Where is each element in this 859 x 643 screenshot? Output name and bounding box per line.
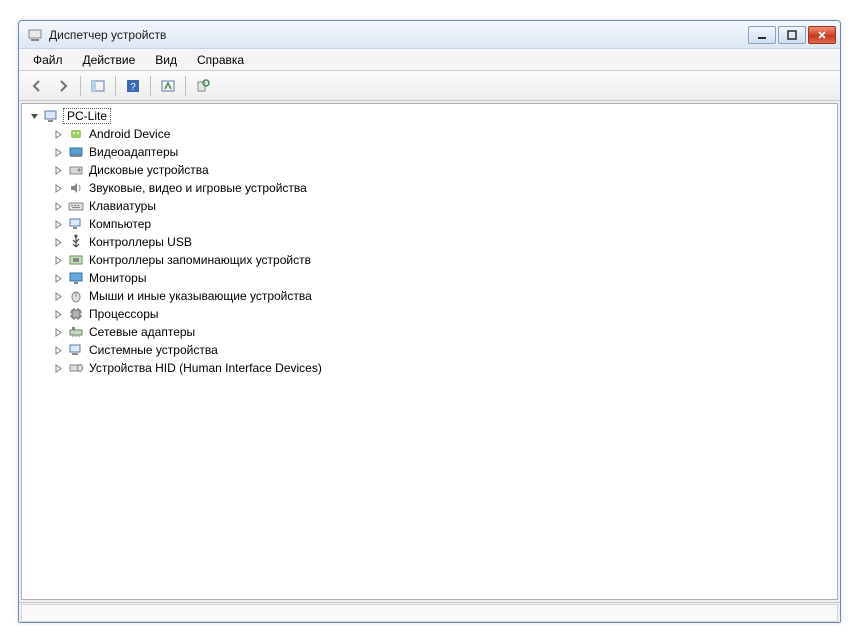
- android-icon: [68, 126, 84, 142]
- tree-category[interactable]: Звуковые, видео и игровые устройства: [24, 179, 835, 197]
- tree-root-node[interactable]: PC-Lite: [24, 107, 835, 125]
- expand-icon[interactable]: [52, 200, 64, 212]
- sound-icon: [68, 180, 84, 196]
- tree-category[interactable]: Контроллеры USB: [24, 233, 835, 251]
- forward-button[interactable]: [51, 74, 75, 98]
- processor-icon: [68, 306, 84, 322]
- expand-icon[interactable]: [52, 272, 64, 284]
- menu-action[interactable]: Действие: [73, 49, 146, 70]
- show-hidden-button[interactable]: [86, 74, 110, 98]
- tree-category[interactable]: Системные устройства: [24, 341, 835, 359]
- network-icon: [68, 324, 84, 340]
- category-label[interactable]: Контроллеры запоминающих устройств: [87, 253, 313, 267]
- root-label[interactable]: PC-Lite: [63, 108, 111, 124]
- help-icon: ?: [125, 78, 141, 94]
- close-button[interactable]: [808, 26, 836, 44]
- titlebar[interactable]: Диспетчер устройств: [19, 21, 840, 49]
- category-label[interactable]: Устройства HID (Human Interface Devices): [87, 361, 324, 375]
- refresh-icon: [195, 78, 211, 94]
- tree-category[interactable]: Мониторы: [24, 269, 835, 287]
- computer-icon: [68, 216, 84, 232]
- expand-icon[interactable]: [52, 128, 64, 140]
- mouse-icon: [68, 288, 84, 304]
- expand-icon[interactable]: [52, 218, 64, 230]
- expand-icon[interactable]: [52, 290, 64, 302]
- keyboard-icon: [68, 198, 84, 214]
- expand-icon[interactable]: [52, 326, 64, 338]
- category-label[interactable]: Процессоры: [87, 307, 161, 321]
- device-manager-window: Диспетчер устройств Файл Действие Вид Сп…: [18, 20, 841, 623]
- toolbar-separator: [115, 76, 116, 96]
- expand-icon[interactable]: [52, 344, 64, 356]
- maximize-button[interactable]: [778, 26, 806, 44]
- menu-file[interactable]: Файл: [23, 49, 73, 70]
- content-area: PC-Lite Android Device Видеоадаптеры Дис…: [19, 101, 840, 602]
- minimize-button[interactable]: [748, 26, 776, 44]
- help-button[interactable]: ?: [121, 74, 145, 98]
- menubar: Файл Действие Вид Справка: [19, 49, 840, 71]
- category-label[interactable]: Дисковые устройства: [87, 163, 211, 177]
- svg-text:?: ?: [130, 82, 136, 93]
- display-adapter-icon: [68, 144, 84, 160]
- toolbar: ?: [19, 71, 840, 101]
- category-label[interactable]: Системные устройства: [87, 343, 220, 357]
- tree-category[interactable]: Компьютер: [24, 215, 835, 233]
- expand-icon[interactable]: [52, 146, 64, 158]
- panel-icon: [90, 78, 106, 94]
- category-label[interactable]: Клавиатуры: [87, 199, 158, 213]
- toolbar-separator: [150, 76, 151, 96]
- computer-root-icon: [44, 108, 60, 124]
- tree-category[interactable]: Видеоадаптеры: [24, 143, 835, 161]
- tree-category[interactable]: Дисковые устройства: [24, 161, 835, 179]
- tree-category[interactable]: Сетевые адаптеры: [24, 323, 835, 341]
- disk-icon: [68, 162, 84, 178]
- tree-category[interactable]: Устройства HID (Human Interface Devices): [24, 359, 835, 377]
- hid-icon: [68, 360, 84, 376]
- usb-icon: [68, 234, 84, 250]
- storage-controller-icon: [68, 252, 84, 268]
- category-label[interactable]: Контроллеры USB: [87, 235, 194, 249]
- category-label[interactable]: Компьютер: [87, 217, 153, 231]
- toolbar-separator: [80, 76, 81, 96]
- tree-category[interactable]: Процессоры: [24, 305, 835, 323]
- tree-category[interactable]: Android Device: [24, 125, 835, 143]
- app-icon: [27, 27, 43, 43]
- statusbar: [19, 602, 840, 622]
- collapse-icon[interactable]: [28, 110, 40, 122]
- arrow-right-icon: [55, 78, 71, 94]
- arrow-left-icon: [29, 78, 45, 94]
- tree-category[interactable]: Контроллеры запоминающих устройств: [24, 251, 835, 269]
- expand-icon[interactable]: [52, 182, 64, 194]
- monitor-icon: [68, 270, 84, 286]
- system-icon: [68, 342, 84, 358]
- menu-view[interactable]: Вид: [145, 49, 187, 70]
- category-label[interactable]: Видеоадаптеры: [87, 145, 180, 159]
- tree-category[interactable]: Мыши и иные указывающие устройства: [24, 287, 835, 305]
- window-title: Диспетчер устройств: [49, 28, 748, 42]
- expand-icon[interactable]: [52, 236, 64, 248]
- window-controls: [748, 26, 836, 44]
- category-label[interactable]: Сетевые адаптеры: [87, 325, 197, 339]
- back-button[interactable]: [25, 74, 49, 98]
- expand-icon[interactable]: [52, 308, 64, 320]
- device-tree[interactable]: PC-Lite Android Device Видеоадаптеры Дис…: [21, 103, 838, 600]
- scan-icon: [160, 78, 176, 94]
- scan-hardware-button[interactable]: [156, 74, 180, 98]
- category-label[interactable]: Мониторы: [87, 271, 148, 285]
- category-label[interactable]: Android Device: [87, 127, 172, 141]
- menu-help[interactable]: Справка: [187, 49, 254, 70]
- category-label[interactable]: Звуковые, видео и игровые устройства: [87, 181, 309, 195]
- statusbar-panel: [21, 604, 838, 622]
- expand-icon[interactable]: [52, 254, 64, 266]
- toolbar-separator: [185, 76, 186, 96]
- expand-icon[interactable]: [52, 362, 64, 374]
- tree-category[interactable]: Клавиатуры: [24, 197, 835, 215]
- properties-button[interactable]: [191, 74, 215, 98]
- category-label[interactable]: Мыши и иные указывающие устройства: [87, 289, 314, 303]
- expand-icon[interactable]: [52, 164, 64, 176]
